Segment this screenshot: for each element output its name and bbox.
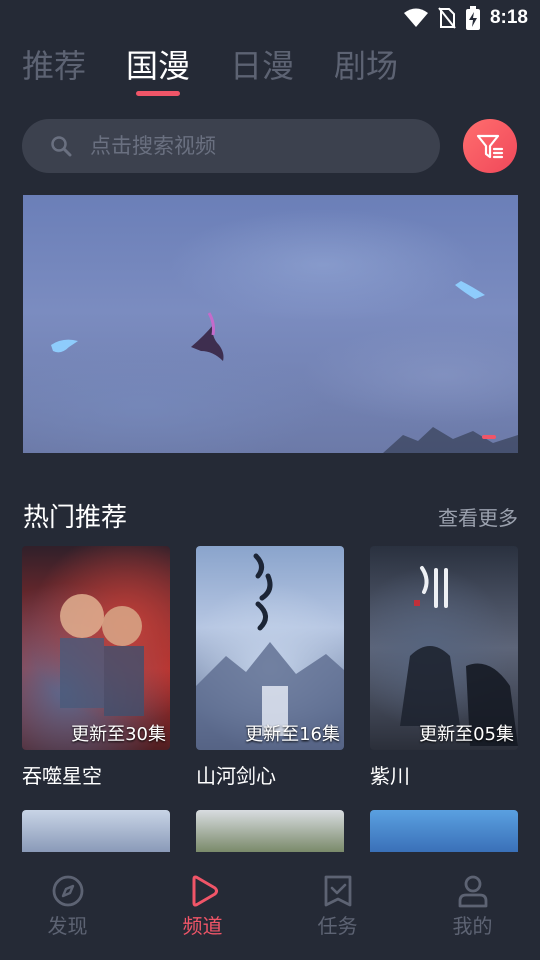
card-title: 紫川	[370, 764, 410, 788]
nav-label: 发现	[47, 914, 88, 938]
play-icon	[192, 875, 218, 907]
wifi-icon	[403, 8, 428, 27]
user-icon	[458, 875, 487, 908]
tab-guoman[interactable]: 国漫	[126, 44, 191, 96]
anime-card[interactable]	[370, 810, 518, 852]
nav-label: 我的	[452, 914, 493, 938]
search-input[interactable]: 点击搜索视频	[22, 119, 440, 173]
compass-icon	[52, 875, 83, 907]
nav-item-discover[interactable]: 发现	[0, 852, 135, 960]
tab-label: 推荐	[22, 47, 87, 85]
episode-badge: 更新至30集	[71, 724, 166, 745]
poster-image: 更新至30集	[22, 546, 170, 750]
poster-image: 更新至05集	[370, 546, 518, 750]
search-icon	[51, 136, 72, 157]
episode-badge: 更新至16集	[245, 724, 340, 745]
nav-item-channel[interactable]: 频道	[135, 852, 270, 960]
card-title: 山河剑心	[196, 764, 276, 788]
anime-card[interactable]	[196, 810, 344, 852]
tab-riman[interactable]: 日漫	[230, 44, 294, 88]
anime-card[interactable]: 更新至30集 吞噬星空	[22, 546, 170, 789]
tab-label: 国漫	[126, 47, 191, 85]
task-icon	[324, 875, 351, 907]
status-icons: 8:18	[403, 6, 528, 30]
anime-card[interactable]	[22, 810, 170, 852]
banner-image	[51, 281, 518, 453]
banner-carousel[interactable]	[23, 195, 518, 453]
nav-item-tasks[interactable]: 任务	[270, 852, 405, 960]
anime-card[interactable]: 更新至05集 紫川	[370, 546, 518, 789]
tab-label: 剧场	[334, 47, 399, 85]
tab-label: 日漫	[230, 47, 295, 85]
tab-recommend[interactable]: 推荐	[22, 44, 86, 88]
carousel-indicator	[482, 435, 496, 439]
bottom-nav: 发现 频道 任务 我的	[0, 852, 540, 960]
search-placeholder: 点击搜索视频	[90, 134, 216, 158]
see-more-link[interactable]: 查看更多	[438, 502, 518, 531]
nav-label: 频道	[182, 914, 223, 938]
status-bar: 8:18	[0, 0, 540, 36]
episode-badge: 更新至05集	[419, 724, 514, 745]
no-sim-icon	[438, 7, 456, 29]
card-title: 吞噬星空	[22, 764, 102, 788]
tab-theater[interactable]: 剧场	[334, 44, 398, 88]
nav-label: 任务	[317, 914, 358, 938]
section-title: 热门推荐	[23, 503, 128, 533]
category-tabs: 推荐 国漫 日漫 剧场	[22, 44, 398, 96]
nav-item-mine[interactable]: 我的	[405, 852, 540, 960]
filter-icon	[476, 134, 504, 159]
active-tab-indicator	[136, 91, 181, 96]
filter-button[interactable]	[463, 119, 517, 173]
status-time: 8:18	[489, 7, 528, 28]
anime-card[interactable]: 更新至16集 山河剑心	[196, 546, 344, 789]
poster-image: 更新至16集	[196, 546, 344, 750]
battery-charging-icon	[465, 6, 480, 30]
